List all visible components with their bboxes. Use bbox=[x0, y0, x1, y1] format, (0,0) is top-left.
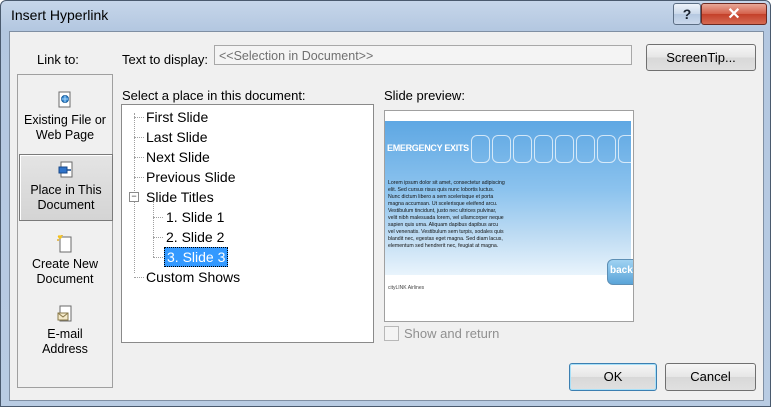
tree-line bbox=[134, 177, 144, 178]
link-to-existing-file-line1: Existing File or bbox=[24, 113, 106, 127]
email-icon bbox=[57, 305, 72, 322]
link-to-label: Link to: bbox=[37, 52, 79, 67]
tree-line bbox=[153, 237, 163, 238]
tree-node-first-slide[interactable]: First Slide bbox=[146, 108, 208, 126]
tree-line bbox=[153, 201, 154, 257]
slide-footer: cityLINK Airlines bbox=[388, 285, 425, 291]
link-to-place-line1: Place in This bbox=[30, 183, 102, 197]
slide-back-button: back bbox=[607, 259, 633, 285]
insert-hyperlink-dialog: Insert Hyperlink ? ✕ Link to: Existing F… bbox=[0, 0, 771, 407]
link-to-bar: Existing File or Web Page Place in This … bbox=[17, 74, 113, 388]
tree-node-slide-2[interactable]: 2. Slide 2 bbox=[166, 228, 224, 246]
tree-node-custom-shows[interactable]: Custom Shows bbox=[146, 268, 240, 286]
dialog-title: Insert Hyperlink bbox=[11, 7, 109, 23]
slide-body-text: Lorem ipsum dolor sit amet, consectetur … bbox=[388, 180, 505, 249]
ok-button[interactable]: OK bbox=[569, 363, 657, 391]
tree-line bbox=[134, 137, 144, 138]
link-to-create-new-line1: Create New bbox=[32, 257, 98, 271]
help-button[interactable]: ? bbox=[673, 3, 701, 25]
place-tree[interactable]: − First Slide Last Slide Next Slide Prev… bbox=[121, 104, 374, 343]
link-to-existing-file[interactable]: Existing File or Web Page bbox=[19, 91, 111, 143]
tree-line bbox=[134, 157, 144, 158]
slide-preview-label: Slide preview: bbox=[384, 88, 465, 103]
text-to-display-label: Text to display: bbox=[122, 52, 208, 67]
close-icon: ✕ bbox=[727, 6, 741, 23]
text-to-display-input[interactable]: <<Selection in Document>> bbox=[214, 45, 632, 65]
tree-line bbox=[134, 117, 144, 118]
tree-node-slide-1[interactable]: 1. Slide 1 bbox=[166, 208, 224, 226]
show-and-return-checkbox[interactable] bbox=[384, 326, 399, 341]
cancel-button[interactable]: Cancel bbox=[665, 363, 756, 391]
tree-line bbox=[153, 257, 163, 258]
link-to-place-line2: Document bbox=[37, 198, 95, 212]
slide-title: EMERGENCY EXITS bbox=[387, 143, 469, 153]
tree-node-slide-titles[interactable]: Slide Titles bbox=[146, 188, 214, 206]
title-bar: Insert Hyperlink ? ✕ bbox=[1, 1, 770, 31]
link-to-create-new-line2: Document bbox=[36, 272, 94, 286]
tree-line bbox=[134, 277, 144, 278]
help-icon: ? bbox=[682, 6, 692, 22]
link-to-email-line1: E-mail bbox=[47, 327, 83, 341]
collapse-toggle[interactable]: − bbox=[129, 192, 139, 202]
link-to-place-in-document[interactable]: Place in This Document bbox=[19, 154, 113, 221]
dialog-body: Link to: Existing File or Web Page Place… bbox=[9, 31, 764, 401]
tree-node-next-slide[interactable]: Next Slide bbox=[146, 148, 210, 166]
tree-node-previous-slide[interactable]: Previous Slide bbox=[146, 168, 236, 186]
slide-background: EMERGENCY EXITS Lorem ipsum dolor sit am… bbox=[385, 121, 633, 285]
show-and-return-label: Show and return bbox=[404, 326, 500, 341]
screentip-button[interactable]: ScreenTip... bbox=[646, 44, 756, 71]
link-to-create-new-document[interactable]: Create New Document bbox=[19, 235, 111, 287]
tree-line bbox=[153, 217, 163, 218]
tree-node-slide-3[interactable]: 3. Slide 3 bbox=[164, 247, 229, 267]
link-to-email-address[interactable]: E-mail Address bbox=[19, 305, 111, 357]
link-to-email-line2: Address bbox=[42, 342, 88, 356]
select-place-label: Select a place in this document: bbox=[122, 88, 306, 103]
tree-node-last-slide[interactable]: Last Slide bbox=[146, 128, 207, 146]
slide-decoration bbox=[471, 135, 633, 163]
link-to-existing-file-line2: Web Page bbox=[35, 128, 95, 142]
file-web-icon bbox=[58, 91, 71, 108]
document-place-icon bbox=[58, 161, 73, 178]
new-document-icon bbox=[57, 235, 72, 253]
slide-preview: EMERGENCY EXITS Lorem ipsum dolor sit am… bbox=[384, 110, 634, 322]
close-button[interactable]: ✕ bbox=[701, 3, 767, 25]
